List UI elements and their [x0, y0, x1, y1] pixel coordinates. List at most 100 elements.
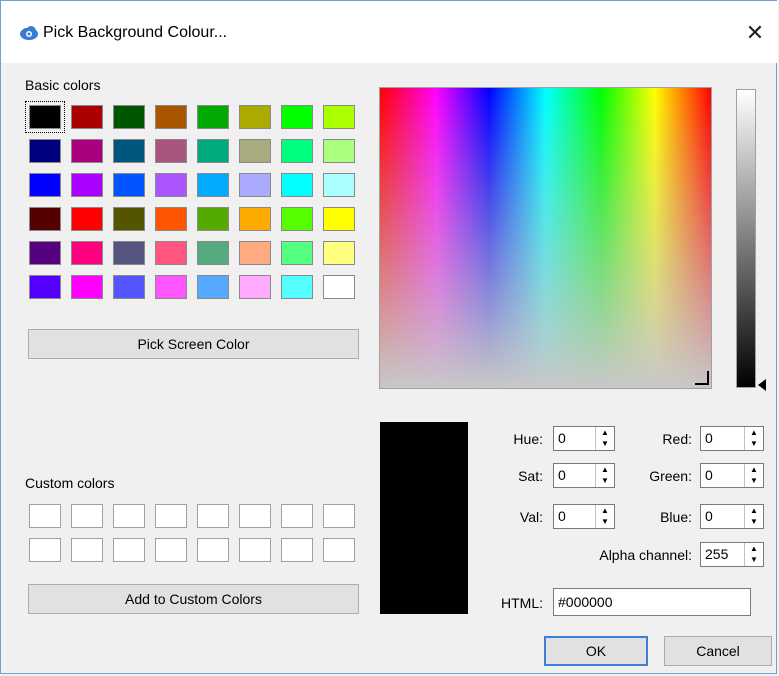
- add-to-custom-colors-button[interactable]: Add to Custom Colors: [28, 584, 359, 614]
- basic-color-cell[interactable]: [25, 203, 67, 237]
- basic-color-cell[interactable]: [193, 169, 235, 203]
- basic-color-cell[interactable]: [277, 135, 319, 169]
- spin-up-icon[interactable]: ▲: [596, 464, 614, 476]
- spin-down-icon[interactable]: ▼: [596, 439, 614, 451]
- basic-color-swatch[interactable]: [239, 139, 271, 163]
- spin-up-icon[interactable]: ▲: [745, 427, 763, 439]
- basic-color-cell[interactable]: [235, 271, 277, 305]
- basic-color-swatch[interactable]: [239, 105, 271, 129]
- custom-color-swatch[interactable]: [239, 504, 271, 528]
- custom-color-cell[interactable]: [67, 534, 109, 568]
- basic-color-swatch[interactable]: [71, 139, 103, 163]
- basic-color-cell[interactable]: [319, 169, 361, 203]
- custom-color-cell[interactable]: [319, 534, 361, 568]
- val-value[interactable]: 0: [554, 505, 595, 528]
- basic-color-cell[interactable]: [151, 101, 193, 135]
- basic-color-swatch[interactable]: [29, 173, 61, 197]
- basic-color-cell[interactable]: [67, 169, 109, 203]
- basic-color-cell[interactable]: [193, 101, 235, 135]
- basic-color-cell[interactable]: [319, 237, 361, 271]
- custom-color-swatch[interactable]: [323, 538, 355, 562]
- basic-color-swatch[interactable]: [71, 207, 103, 231]
- basic-color-swatch[interactable]: [323, 173, 355, 197]
- alpha-spinbox[interactable]: 255 ▲ ▼: [700, 542, 764, 567]
- custom-color-cell[interactable]: [235, 500, 277, 534]
- basic-color-swatch[interactable]: [281, 139, 313, 163]
- spin-up-icon[interactable]: ▲: [596, 427, 614, 439]
- sat-spinbox[interactable]: 0 ▲ ▼: [553, 463, 615, 488]
- custom-color-cell[interactable]: [67, 500, 109, 534]
- custom-color-swatch[interactable]: [281, 538, 313, 562]
- custom-color-cell[interactable]: [25, 500, 67, 534]
- basic-color-swatch[interactable]: [29, 207, 61, 231]
- basic-color-cell[interactable]: [109, 101, 151, 135]
- blue-spinbox[interactable]: 0 ▲ ▼: [700, 504, 764, 529]
- basic-color-cell[interactable]: [151, 237, 193, 271]
- custom-color-cell[interactable]: [109, 534, 151, 568]
- basic-color-cell[interactable]: [277, 271, 319, 305]
- basic-color-cell[interactable]: [67, 203, 109, 237]
- spin-up-icon[interactable]: ▲: [596, 505, 614, 517]
- hue-spinbox[interactable]: 0 ▲ ▼: [553, 426, 615, 451]
- spin-up-icon[interactable]: ▲: [745, 505, 763, 517]
- basic-color-swatch[interactable]: [239, 173, 271, 197]
- basic-color-swatch[interactable]: [113, 275, 145, 299]
- basic-color-swatch[interactable]: [155, 139, 187, 163]
- basic-color-swatch[interactable]: [113, 105, 145, 129]
- custom-color-swatch[interactable]: [197, 504, 229, 528]
- basic-color-cell[interactable]: [277, 101, 319, 135]
- custom-color-swatch[interactable]: [71, 538, 103, 562]
- sat-value[interactable]: 0: [554, 464, 595, 487]
- spin-down-icon[interactable]: ▼: [745, 517, 763, 529]
- ok-button[interactable]: OK: [544, 636, 648, 666]
- spin-up-icon[interactable]: ▲: [745, 543, 763, 555]
- custom-color-swatch[interactable]: [323, 504, 355, 528]
- basic-color-cell[interactable]: [25, 271, 67, 305]
- basic-color-cell[interactable]: [151, 271, 193, 305]
- basic-color-cell[interactable]: [235, 135, 277, 169]
- pick-screen-color-button[interactable]: Pick Screen Color: [28, 329, 359, 359]
- custom-color-cell[interactable]: [193, 534, 235, 568]
- basic-color-cell[interactable]: [109, 203, 151, 237]
- custom-color-swatch[interactable]: [113, 504, 145, 528]
- custom-color-swatch[interactable]: [29, 504, 61, 528]
- basic-color-swatch[interactable]: [281, 207, 313, 231]
- custom-color-swatch[interactable]: [239, 538, 271, 562]
- basic-color-cell[interactable]: [109, 135, 151, 169]
- basic-color-cell[interactable]: [109, 237, 151, 271]
- basic-color-cell[interactable]: [235, 203, 277, 237]
- basic-color-cell[interactable]: [25, 237, 67, 271]
- basic-color-swatch[interactable]: [25, 101, 65, 133]
- basic-color-swatch[interactable]: [113, 139, 145, 163]
- basic-color-swatch[interactable]: [239, 241, 271, 265]
- basic-color-swatch[interactable]: [29, 241, 61, 265]
- basic-color-swatch[interactable]: [29, 275, 61, 299]
- custom-color-swatch[interactable]: [197, 538, 229, 562]
- alpha-value[interactable]: 255: [701, 543, 744, 566]
- basic-color-swatch[interactable]: [197, 173, 229, 197]
- basic-color-cell[interactable]: [109, 271, 151, 305]
- basic-color-swatch[interactable]: [281, 173, 313, 197]
- custom-color-swatch[interactable]: [71, 504, 103, 528]
- spin-down-icon[interactable]: ▼: [745, 439, 763, 451]
- basic-color-cell[interactable]: [277, 169, 319, 203]
- html-color-input[interactable]: #000000: [553, 588, 751, 616]
- basic-color-cell[interactable]: [25, 135, 67, 169]
- spin-down-icon[interactable]: ▼: [596, 476, 614, 488]
- close-button[interactable]: ✕: [732, 11, 778, 55]
- basic-color-swatch[interactable]: [281, 105, 313, 129]
- basic-color-swatch[interactable]: [281, 241, 313, 265]
- spin-up-icon[interactable]: ▲: [745, 464, 763, 476]
- basic-color-swatch[interactable]: [197, 105, 229, 129]
- basic-color-swatch[interactable]: [323, 241, 355, 265]
- val-spinbox[interactable]: 0 ▲ ▼: [553, 504, 615, 529]
- basic-color-swatch[interactable]: [155, 105, 187, 129]
- value-slider[interactable]: [736, 89, 756, 388]
- basic-color-swatch[interactable]: [197, 139, 229, 163]
- basic-color-cell[interactable]: [67, 101, 109, 135]
- basic-color-cell[interactable]: [193, 203, 235, 237]
- spin-down-icon[interactable]: ▼: [596, 517, 614, 529]
- spin-down-icon[interactable]: ▼: [745, 476, 763, 488]
- custom-color-cell[interactable]: [25, 534, 67, 568]
- spectrum-cursor[interactable]: [695, 371, 709, 385]
